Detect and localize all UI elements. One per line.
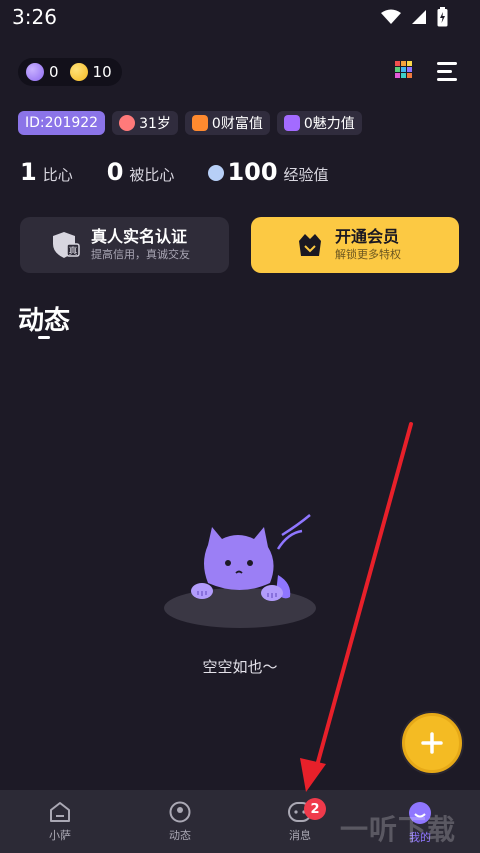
- wealth-tag: 0财富值: [184, 111, 270, 135]
- tab-home[interactable]: 小萨: [0, 790, 120, 853]
- verify-subtitle: 提高信用，真诚交友: [91, 248, 190, 261]
- empty-state-text: 空空如也～: [202, 658, 278, 676]
- coin-count: 10: [92, 63, 112, 81]
- menu-icon[interactable]: [437, 62, 457, 86]
- wealth-label: 0财富值: [211, 116, 263, 132]
- cake-icon: [119, 115, 136, 131]
- stat-likes-value: 1: [20, 158, 37, 186]
- signal-icon: [412, 10, 426, 24]
- vip-card[interactable]: 开通会员 解锁更多特权: [251, 217, 459, 273]
- heart-icon: [283, 115, 300, 131]
- coin-icon: [69, 63, 88, 81]
- gem-icon: [26, 63, 44, 81]
- top-bar: 0 10: [0, 50, 480, 94]
- stat-exp-label: 经验值: [283, 166, 329, 184]
- shield-icon: 真: [51, 230, 81, 260]
- home-icon: [50, 802, 70, 822]
- stats-row: 1 比心 0 被比心 100 经验值: [20, 158, 363, 186]
- tab-messages-label: 消息: [289, 829, 311, 842]
- tab-home-label: 小萨: [49, 829, 71, 842]
- stat-likes-label: 比心: [42, 166, 73, 184]
- crown-basket-icon: [295, 230, 325, 260]
- watermark: 一听下载: [340, 813, 457, 846]
- wealth-icon: [191, 115, 208, 131]
- age-tag: 31岁: [112, 111, 178, 135]
- section-underline: [38, 336, 50, 339]
- feed-icon: [169, 801, 191, 823]
- vip-subtitle: 解锁更多特权: [335, 248, 401, 261]
- status-icons: [381, 7, 448, 27]
- svg-text:真: 真: [68, 245, 77, 257]
- status-time: 3:26: [12, 5, 57, 29]
- profile-tags: ID:201922 31岁 0财富值 0魅力值: [18, 111, 362, 135]
- vip-title: 开通会员: [335, 227, 400, 246]
- tab-feed[interactable]: 动态: [120, 790, 240, 853]
- stat-liked-label: 被比心: [129, 166, 175, 184]
- age-label: 31岁: [139, 116, 171, 132]
- unread-badge: 2: [304, 798, 326, 820]
- wifi-icon: [381, 9, 401, 24]
- status-bar: 3:26: [0, 0, 480, 34]
- currency-pill[interactable]: 0 10: [18, 58, 122, 86]
- stat-exp[interactable]: 100 经验值: [208, 158, 329, 186]
- exp-badge-icon: [208, 165, 225, 181]
- add-post-button[interactable]: [402, 713, 462, 773]
- stat-liked[interactable]: 0 被比心: [107, 158, 175, 186]
- verify-card[interactable]: 真 真人实名认证 提高信用，真诚交友: [20, 217, 229, 273]
- stat-liked-value: 0: [106, 158, 124, 186]
- gem-count: 0: [49, 63, 59, 81]
- stat-likes[interactable]: 1 比心: [20, 158, 73, 186]
- empty-cat-illustration: [164, 514, 316, 628]
- stat-exp-value: 100: [227, 158, 278, 186]
- feed-section-title: 动态: [18, 306, 71, 336]
- charm-label: 0魅力值: [303, 116, 355, 132]
- apps-grid-icon[interactable]: [395, 61, 412, 78]
- user-id-tag: ID:201922: [18, 111, 106, 135]
- plus-icon: [421, 732, 443, 754]
- tab-feed-label: 动态: [169, 829, 191, 842]
- charm-tag: 0魅力值: [276, 111, 362, 135]
- verify-title: 真人实名认证: [91, 227, 188, 246]
- battery-icon: [437, 7, 448, 27]
